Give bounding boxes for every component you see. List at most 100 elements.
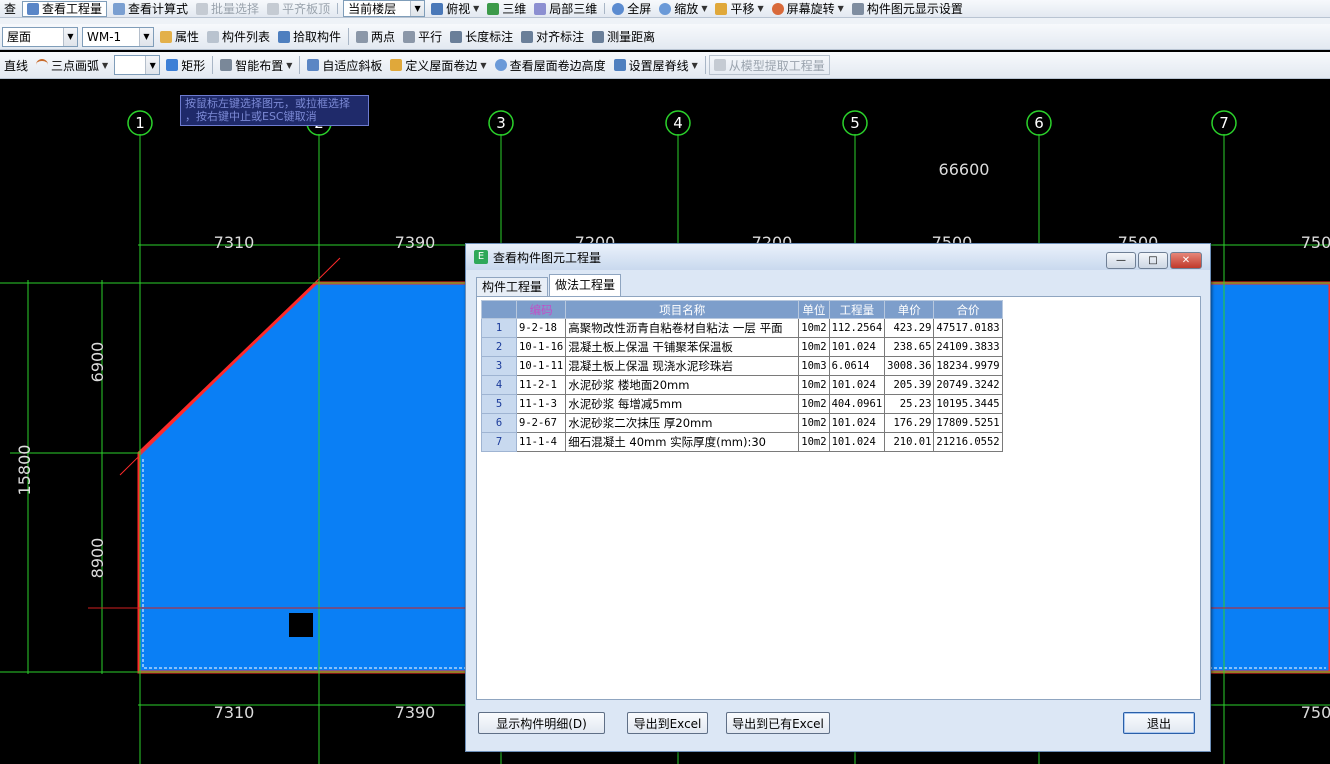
row-number[interactable]: 5	[481, 394, 517, 414]
cell-total[interactable]: 21216.0552	[933, 432, 1003, 452]
table-row[interactable]: 6 9-2-67 水泥砂浆二次抹压 厚20mm 10m2 101.024 176.29 17…	[481, 413, 1003, 433]
maximize-button[interactable]: □	[1138, 252, 1168, 269]
table-row[interactable]: 1 9-2-18 高聚物改性沥青自粘卷材自粘法 一层 平面 10m2 112.2564 4…	[481, 318, 1003, 338]
cell-total[interactable]: 10195.3445	[933, 394, 1003, 414]
cell-name[interactable]: 水泥砂浆 每增减5mm	[565, 394, 800, 414]
cell-unit[interactable]: 10m3	[798, 356, 830, 376]
selection-marker[interactable]	[289, 613, 313, 637]
pick-component-button[interactable]: 拾取构件	[274, 24, 345, 49]
tab-method-quantity[interactable]: 做法工程量	[549, 274, 622, 296]
properties-button[interactable]: 属性	[156, 24, 203, 49]
dialog-title-bar[interactable]: E 查看构件图元工程量	[466, 244, 1210, 270]
method-quantity-table[interactable]: 编码 项目名称 单位 工程量 单价 合价 1 9-2-18 高聚物改性沥青自粘卷材自…	[481, 300, 1003, 452]
cell-total[interactable]: 47517.0183	[933, 318, 1003, 338]
rectangle-button[interactable]: 矩形	[162, 52, 209, 78]
view-quantity-button[interactable]: 查看工程量	[22, 0, 108, 17]
column-header-total[interactable]: 合价	[933, 300, 1003, 319]
cell-code[interactable]: 10-1-16	[515, 337, 567, 357]
fullscreen-button[interactable]: 全屏	[608, 0, 655, 17]
cell-name[interactable]: 高聚物改性沥青自粘卷材自粘法 一层 平面	[565, 318, 800, 338]
pan-button[interactable]: 平移 ▼	[711, 0, 767, 17]
minimize-button[interactable]: —	[1106, 252, 1136, 269]
cell-unit[interactable]: 10m2	[798, 432, 830, 452]
row-number[interactable]: 7	[481, 432, 517, 452]
define-roof-edge-button[interactable]: 定义屋面卷边 ▼	[386, 52, 490, 78]
cell-name[interactable]: 混凝土板上保温 现浇水泥珍珠岩	[565, 356, 800, 376]
cell-unit[interactable]: 10m2	[798, 413, 830, 433]
table-row[interactable]: 7 11-1-4 细石混凝土 40mm 实际厚度(mm):30 10m2 101.024…	[481, 432, 1003, 452]
show-detail-button[interactable]: 显示构件明细(D)	[478, 712, 605, 734]
batch-select-button[interactable]: 批量选择	[192, 0, 263, 17]
cell-quantity[interactable]: 112.2564	[828, 318, 886, 338]
cell-unit-price[interactable]: 205.39	[884, 375, 935, 395]
cell-name[interactable]: 细石混凝土 40mm 实际厚度(mm):30	[565, 432, 800, 452]
cell-unit-price[interactable]: 423.29	[884, 318, 935, 338]
measure-distance-button[interactable]: 测量距离	[588, 24, 659, 49]
exit-button[interactable]: 退出	[1123, 712, 1195, 734]
local-3d-button[interactable]: 局部三维	[530, 0, 601, 17]
chevron-down-icon[interactable]: ▼	[145, 56, 160, 74]
cell-total[interactable]: 20749.3242	[933, 375, 1003, 395]
cell-quantity[interactable]: 404.0961	[828, 394, 886, 414]
arc-mode-combo[interactable]: ▼	[114, 55, 161, 75]
row-number[interactable]: 2	[481, 337, 517, 357]
display-settings-button[interactable]: 构件图元显示设置	[848, 0, 967, 17]
table-row[interactable]: 3 10-1-11 混凝土板上保温 现浇水泥珍珠岩 10m3 6.0614 3008.36…	[481, 356, 1003, 376]
cell-quantity[interactable]: 6.0614	[828, 356, 886, 376]
aligned-dimension-button[interactable]: 对齐标注	[517, 24, 588, 49]
cell-code[interactable]: 10-1-11	[515, 356, 567, 376]
column-header-quantity[interactable]: 工程量	[828, 300, 886, 319]
query-menu[interactable]: 查	[0, 0, 20, 17]
column-header-code[interactable]: 编码	[515, 300, 567, 319]
align-slab-top-button[interactable]: 平齐板顶	[263, 0, 334, 17]
two-point-button[interactable]: 两点	[352, 24, 399, 49]
column-header-unit[interactable]: 单位	[798, 300, 830, 319]
cell-total[interactable]: 24109.3833	[933, 337, 1003, 357]
cell-total[interactable]: 18234.9979	[933, 356, 1003, 376]
row-number[interactable]: 1	[481, 318, 517, 338]
cell-code[interactable]: 9-2-67	[515, 413, 567, 433]
cell-unit[interactable]: 10m2	[798, 337, 830, 357]
row-number[interactable]: 4	[481, 375, 517, 395]
column-header-name[interactable]: 项目名称	[565, 300, 800, 319]
cell-code[interactable]: 11-1-3	[515, 394, 567, 414]
table-row[interactable]: 4 11-2-1 水泥砂浆 楼地面20mm 10m2 101.024 205.39 2074…	[481, 375, 1003, 395]
export-excel-button[interactable]: 导出到Excel	[627, 712, 708, 734]
3d-view-button[interactable]: 三维	[483, 0, 530, 17]
cell-unit[interactable]: 10m2	[798, 375, 830, 395]
cell-quantity[interactable]: 101.024	[828, 432, 886, 452]
cell-code[interactable]: 11-2-1	[515, 375, 567, 395]
cell-unit[interactable]: 10m2	[798, 394, 830, 414]
cell-name[interactable]: 水泥砂浆二次抹压 厚20mm	[565, 413, 800, 433]
chevron-down-icon[interactable]: ▼	[63, 27, 77, 46]
row-number[interactable]: 6	[481, 413, 517, 433]
parallel-button[interactable]: 平行	[399, 24, 446, 49]
cell-code[interactable]: 11-1-4	[515, 432, 567, 452]
floor-type-combo[interactable]: 屋面 ▼	[2, 26, 78, 47]
table-row[interactable]: 2 10-1-16 混凝土板上保温 干铺聚苯保温板 10m2 101.024 238.65…	[481, 337, 1003, 357]
table-row[interactable]: 5 11-1-3 水泥砂浆 每增减5mm 10m2 404.0961 25.23 10195…	[481, 394, 1003, 414]
tab-component-quantity[interactable]: 构件工程量	[476, 277, 549, 296]
cell-quantity[interactable]: 101.024	[828, 375, 886, 395]
cell-unit-price[interactable]: 238.65	[884, 337, 935, 357]
cell-unit[interactable]: 10m2	[798, 318, 830, 338]
cell-name[interactable]: 混凝土板上保温 干铺聚苯保温板	[565, 337, 800, 357]
component-list-button[interactable]: 构件列表	[203, 24, 274, 49]
cell-unit-price[interactable]: 176.29	[884, 413, 935, 433]
export-existing-excel-button[interactable]: 导出到已有Excel	[726, 712, 830, 734]
close-button[interactable]: ✕	[1170, 252, 1202, 269]
cell-quantity[interactable]: 101.024	[828, 337, 886, 357]
arc-button[interactable]: 三点画弧 ▼	[32, 52, 112, 78]
line-button[interactable]: 直线	[0, 52, 32, 78]
length-dimension-button[interactable]: 长度标注	[446, 24, 517, 49]
chevron-down-icon[interactable]: ▼	[139, 27, 153, 46]
view-roof-edge-height-button[interactable]: 查看屋面卷边高度	[491, 52, 610, 78]
cell-quantity[interactable]: 101.024	[828, 413, 886, 433]
top-view-button[interactable]: 俯视 ▼	[427, 0, 483, 17]
cell-code[interactable]: 9-2-18	[515, 318, 567, 338]
cell-unit-price[interactable]: 3008.36	[884, 356, 935, 376]
view-formula-button[interactable]: 查看计算式	[109, 0, 192, 17]
adaptive-slope-button[interactable]: 自适应斜板	[303, 52, 386, 78]
cell-unit-price[interactable]: 25.23	[884, 394, 935, 414]
set-ridge-line-button[interactable]: 设置屋脊线 ▼	[610, 52, 702, 78]
